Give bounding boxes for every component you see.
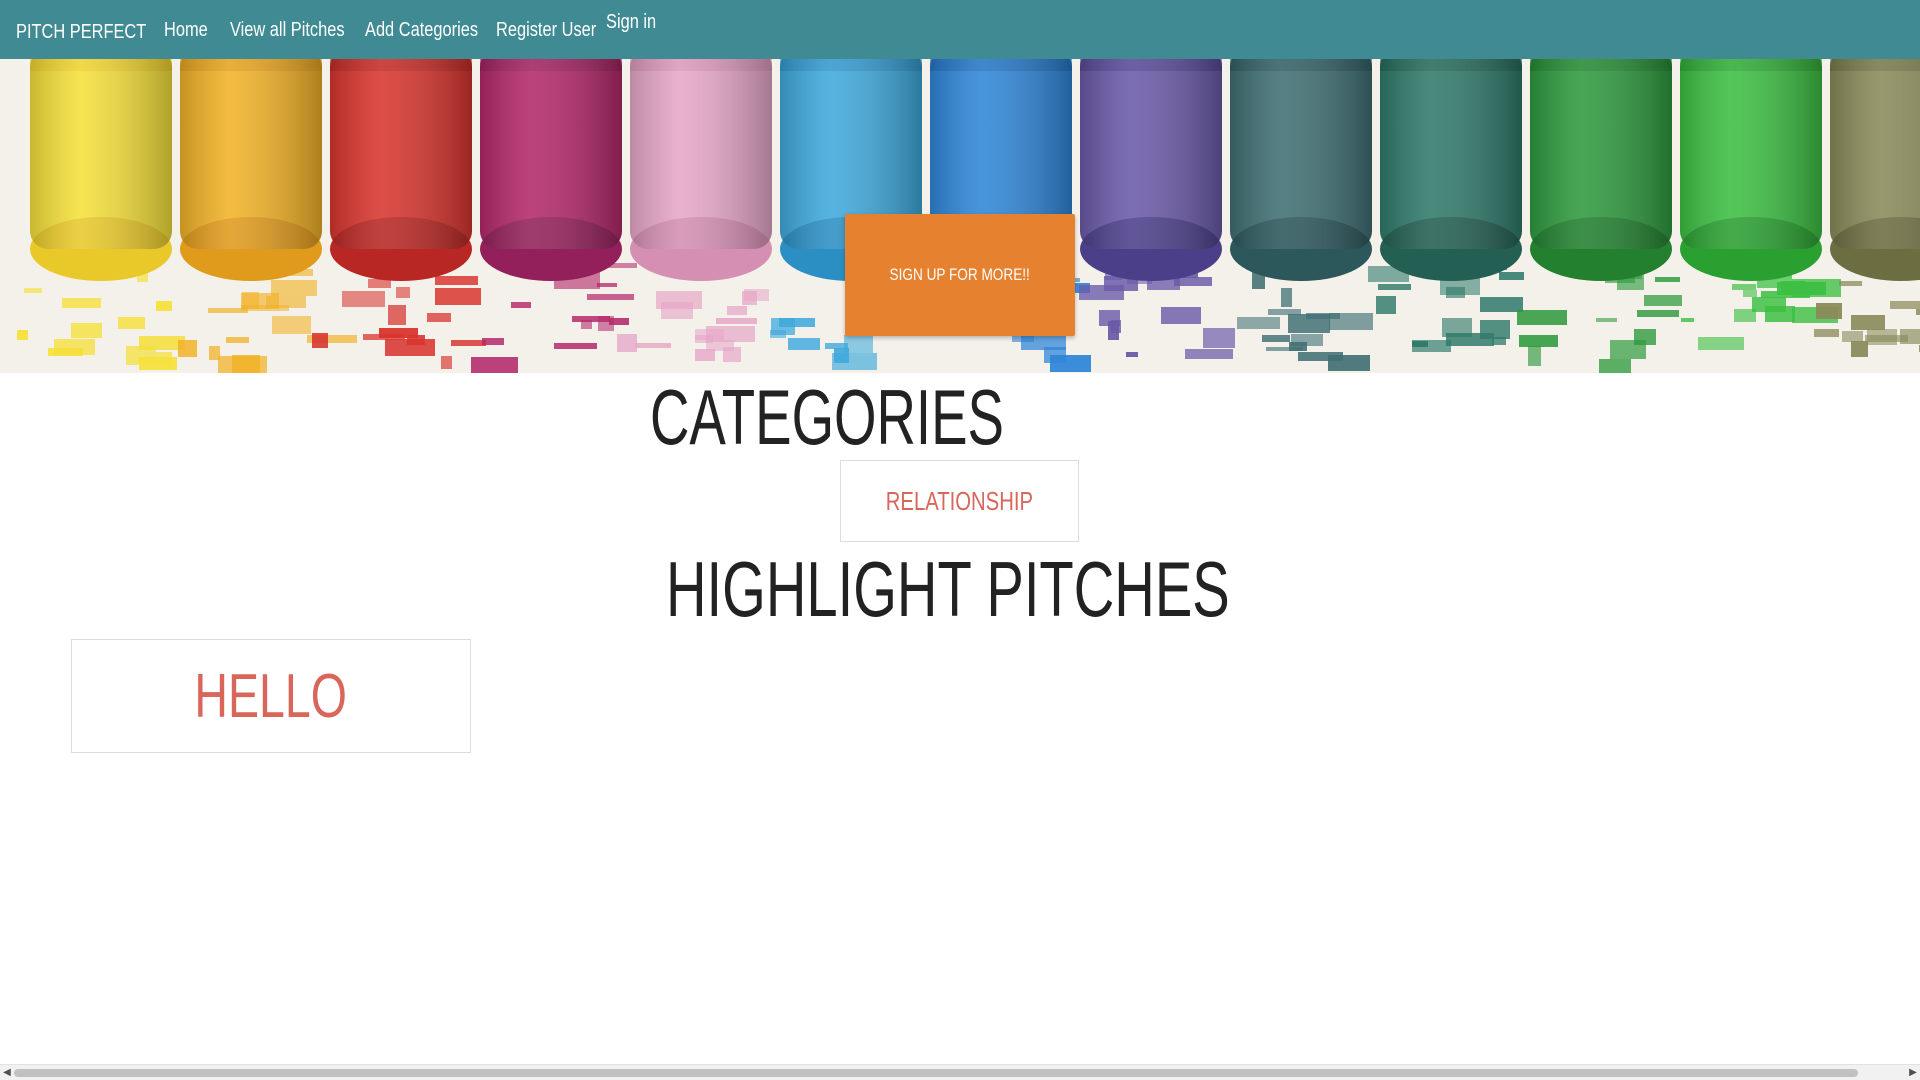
nav-sign-in-link[interactable]: Sign in bbox=[606, 10, 667, 34]
nav-register-user-link[interactable]: Register User bbox=[496, 18, 618, 42]
hero-banner: SIGN UP FOR MORE!! bbox=[0, 59, 1920, 373]
brand-link[interactable]: PITCH PERFECT bbox=[16, 20, 175, 44]
scrollbar-thumb[interactable] bbox=[14, 1069, 1858, 1077]
scroll-left-arrow-icon[interactable]: ◀ bbox=[1, 1066, 13, 1080]
top-navbar: PITCH PERFECT Home View all Pitches Add … bbox=[0, 0, 1920, 59]
nav-home-link[interactable]: Home bbox=[164, 18, 217, 42]
highlight-pitches-heading: HIGHLIGHT PITCHES bbox=[666, 546, 1449, 632]
nav-add-categories-link[interactable]: Add Categories bbox=[365, 18, 503, 42]
horizontal-scrollbar[interactable]: ◀ ▶ bbox=[0, 1064, 1920, 1080]
signup-cta-button[interactable]: SIGN UP FOR MORE!! bbox=[845, 214, 1075, 336]
pitch-card-hello[interactable]: HELLO bbox=[71, 639, 471, 753]
nav-view-pitches-link[interactable]: View all Pitches bbox=[230, 18, 370, 42]
category-card-relationship[interactable]: RELATIONSHIP bbox=[840, 460, 1079, 542]
categories-heading: CATEGORIES bbox=[650, 374, 1156, 460]
scroll-right-arrow-icon[interactable]: ▶ bbox=[1907, 1066, 1919, 1080]
